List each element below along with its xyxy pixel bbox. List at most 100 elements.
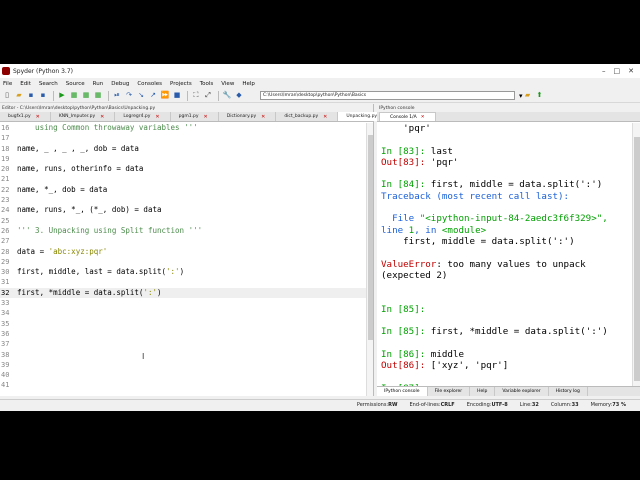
tab-ipython-console[interactable]: IPython console [377,387,428,396]
line-number: 23 [1,196,10,205]
pane-switcher-tabs: IPython console File explorer Help Varia… [377,386,640,396]
code-line[interactable]: 30 first, middle, last = data.split(':') [0,267,372,277]
maximize-pane-icon[interactable]: ⛶ [191,91,201,101]
code-line[interactable]: 25 [0,216,372,226]
fullscreen-icon[interactable]: ⤢ [203,91,213,101]
stop-debug-icon[interactable]: ■ [172,91,182,101]
close-tab-icon[interactable]: ✕ [421,115,425,120]
editor-tab-label: bugfx1.py [8,114,31,119]
menu-edit[interactable]: Edit [20,81,31,87]
tab-history-log[interactable]: History log [549,387,588,396]
minimize-button[interactable]: – [602,67,606,75]
code-line[interactable]: 23 [0,195,372,205]
code-line[interactable]: 19 [0,154,372,164]
line-number: 34 [1,309,10,318]
console-tab[interactable]: Console 1/A ✕ [379,112,436,121]
run-selection-icon[interactable]: ▦ [93,91,103,101]
working-directory-input[interactable]: C:\Users\Imran\desktop\python\Python\Bas… [260,91,515,100]
editor-tab[interactable]: KNN_Imputer.py ✕ [51,112,116,121]
run-icon[interactable]: ▶ [57,91,67,101]
editor-tab[interactable]: bugfx1.py ✕ [0,112,51,121]
code-text: name, _ , _ , _, dob = data [17,143,139,153]
console-output[interactable]: 'pqr' In [83]: last Out[83]: 'pqr' In [84]:… [377,123,632,386]
code-line[interactable]: 39 [0,360,372,370]
status-bar: Permissions: RW End-of-lines: CRLF Encodin… [0,399,640,410]
tab-file-explorer[interactable]: File explorer [428,387,471,396]
new-file-icon[interactable]: ▯ [2,91,12,101]
editor-tab-label: Logregr4.py [123,114,151,119]
debug-icon[interactable]: ⏯ [112,91,122,101]
code-line[interactable]: 31 [0,277,372,287]
python-path-icon[interactable]: ◆ [234,91,244,101]
menu-search[interactable]: Search [39,81,58,87]
console-scrollbar-thumb[interactable] [634,137,640,381]
code-line[interactable]: 38 [0,350,372,360]
close-button[interactable]: ✕ [628,67,634,75]
menu-help[interactable]: Help [242,81,255,87]
code-line[interactable]: 41 [0,380,372,390]
code-line[interactable]: 24 name, runs, *_, (*_, dob) = data [0,205,372,215]
menu-source[interactable]: Source [66,81,85,87]
code-line[interactable]: 29 [0,257,372,267]
code-line[interactable]: 28 data = 'abc:xyz:pqr' [0,247,372,257]
save-all-icon[interactable]: ▪ [38,91,48,101]
close-tab-icon[interactable]: ✕ [100,114,104,120]
code-line[interactable]: 34 [0,308,372,318]
run-cell-advance-icon[interactable]: ▦ [81,91,91,101]
code-line[interactable]: 16 using Common throwaway variables ''' [0,123,372,133]
tab-variable-explorer[interactable]: Variable explorer [495,387,549,396]
code-line[interactable]: 35 [0,319,372,329]
close-tab-icon[interactable]: ✕ [36,114,40,120]
line-number: 17 [1,134,10,143]
code-line[interactable]: 22 name, *_, dob = data [0,185,372,195]
code-line[interactable]: 27 [0,236,372,246]
menu-tools[interactable]: Tools [200,81,214,87]
close-tab-icon[interactable]: ✕ [323,114,327,120]
code-line[interactable]: 33 [0,298,372,308]
code-text: ''' 3. Unpacking using Split function ''… [17,225,203,235]
editor-tab-label: dict_backup.py [284,114,319,119]
code-line[interactable]: 20 name, runs, otherinfo = data [0,164,372,174]
spyder-window: Spyder (Python 3.7) – □ ✕ File Edit Sear… [0,64,640,411]
editor-tab[interactable]: Dictionary.py ✕ [219,112,277,121]
open-folder-icon[interactable]: ▰ [14,91,24,101]
editor-tab[interactable]: dict_backup.py ✕ [276,112,339,121]
parent-directory-icon[interactable]: ⬆ [535,91,545,101]
code-line[interactable]: 40 [0,370,372,380]
code-line[interactable]: 26 ''' 3. Unpacking using Split function … [0,226,372,236]
run-cell-icon[interactable]: ▦ [69,91,79,101]
menu-debug[interactable]: Debug [111,81,129,87]
tab-help[interactable]: Help [470,387,496,396]
menu-bar: File Edit Search Source Run Debug Consol… [0,78,640,89]
close-tab-icon[interactable]: ✕ [204,114,208,120]
editor-scrollbar[interactable] [366,123,373,396]
console-scrollbar[interactable] [632,123,640,386]
save-icon[interactable]: ▪ [26,91,36,101]
editor-tab[interactable]: pgm1.py ✕ [171,112,219,121]
menu-run[interactable]: Run [93,81,104,87]
menu-view[interactable]: View [221,81,234,87]
code-line[interactable]: 21 [0,174,372,184]
code-line[interactable]: 37 [0,339,372,349]
console-tab-bar: Console 1/A ✕ [377,112,640,122]
step-into-icon[interactable]: ↘ [136,91,146,101]
browse-folder-icon[interactable]: ▰ [523,91,533,101]
code-line-current[interactable]: 32 first, *middle = data.split(':') [0,287,372,299]
menu-consoles[interactable]: Consoles [137,81,162,87]
code-line[interactable]: 18 name, _ , _ , _, dob = data [0,144,372,154]
code-line[interactable]: 36 [0,329,372,339]
close-tab-icon[interactable]: ✕ [261,114,265,120]
editor-tab[interactable]: Logregr4.py ✕ [115,112,171,121]
menu-projects[interactable]: Projects [170,81,192,87]
preferences-icon[interactable]: 🔧 [222,91,232,101]
step-return-icon[interactable]: ↗ [148,91,158,101]
step-icon[interactable]: ↷ [124,91,134,101]
code-line[interactable]: 17 [0,133,372,143]
editor-scrollbar-thumb[interactable] [368,135,373,340]
menu-file[interactable]: File [3,81,12,87]
maximize-button[interactable]: □ [614,67,621,75]
close-tab-icon[interactable]: ✕ [155,114,159,120]
code-editor[interactable]: 16 using Common throwaway variables ''' 1… [0,123,372,396]
continue-icon[interactable]: ⏩ [160,91,170,101]
